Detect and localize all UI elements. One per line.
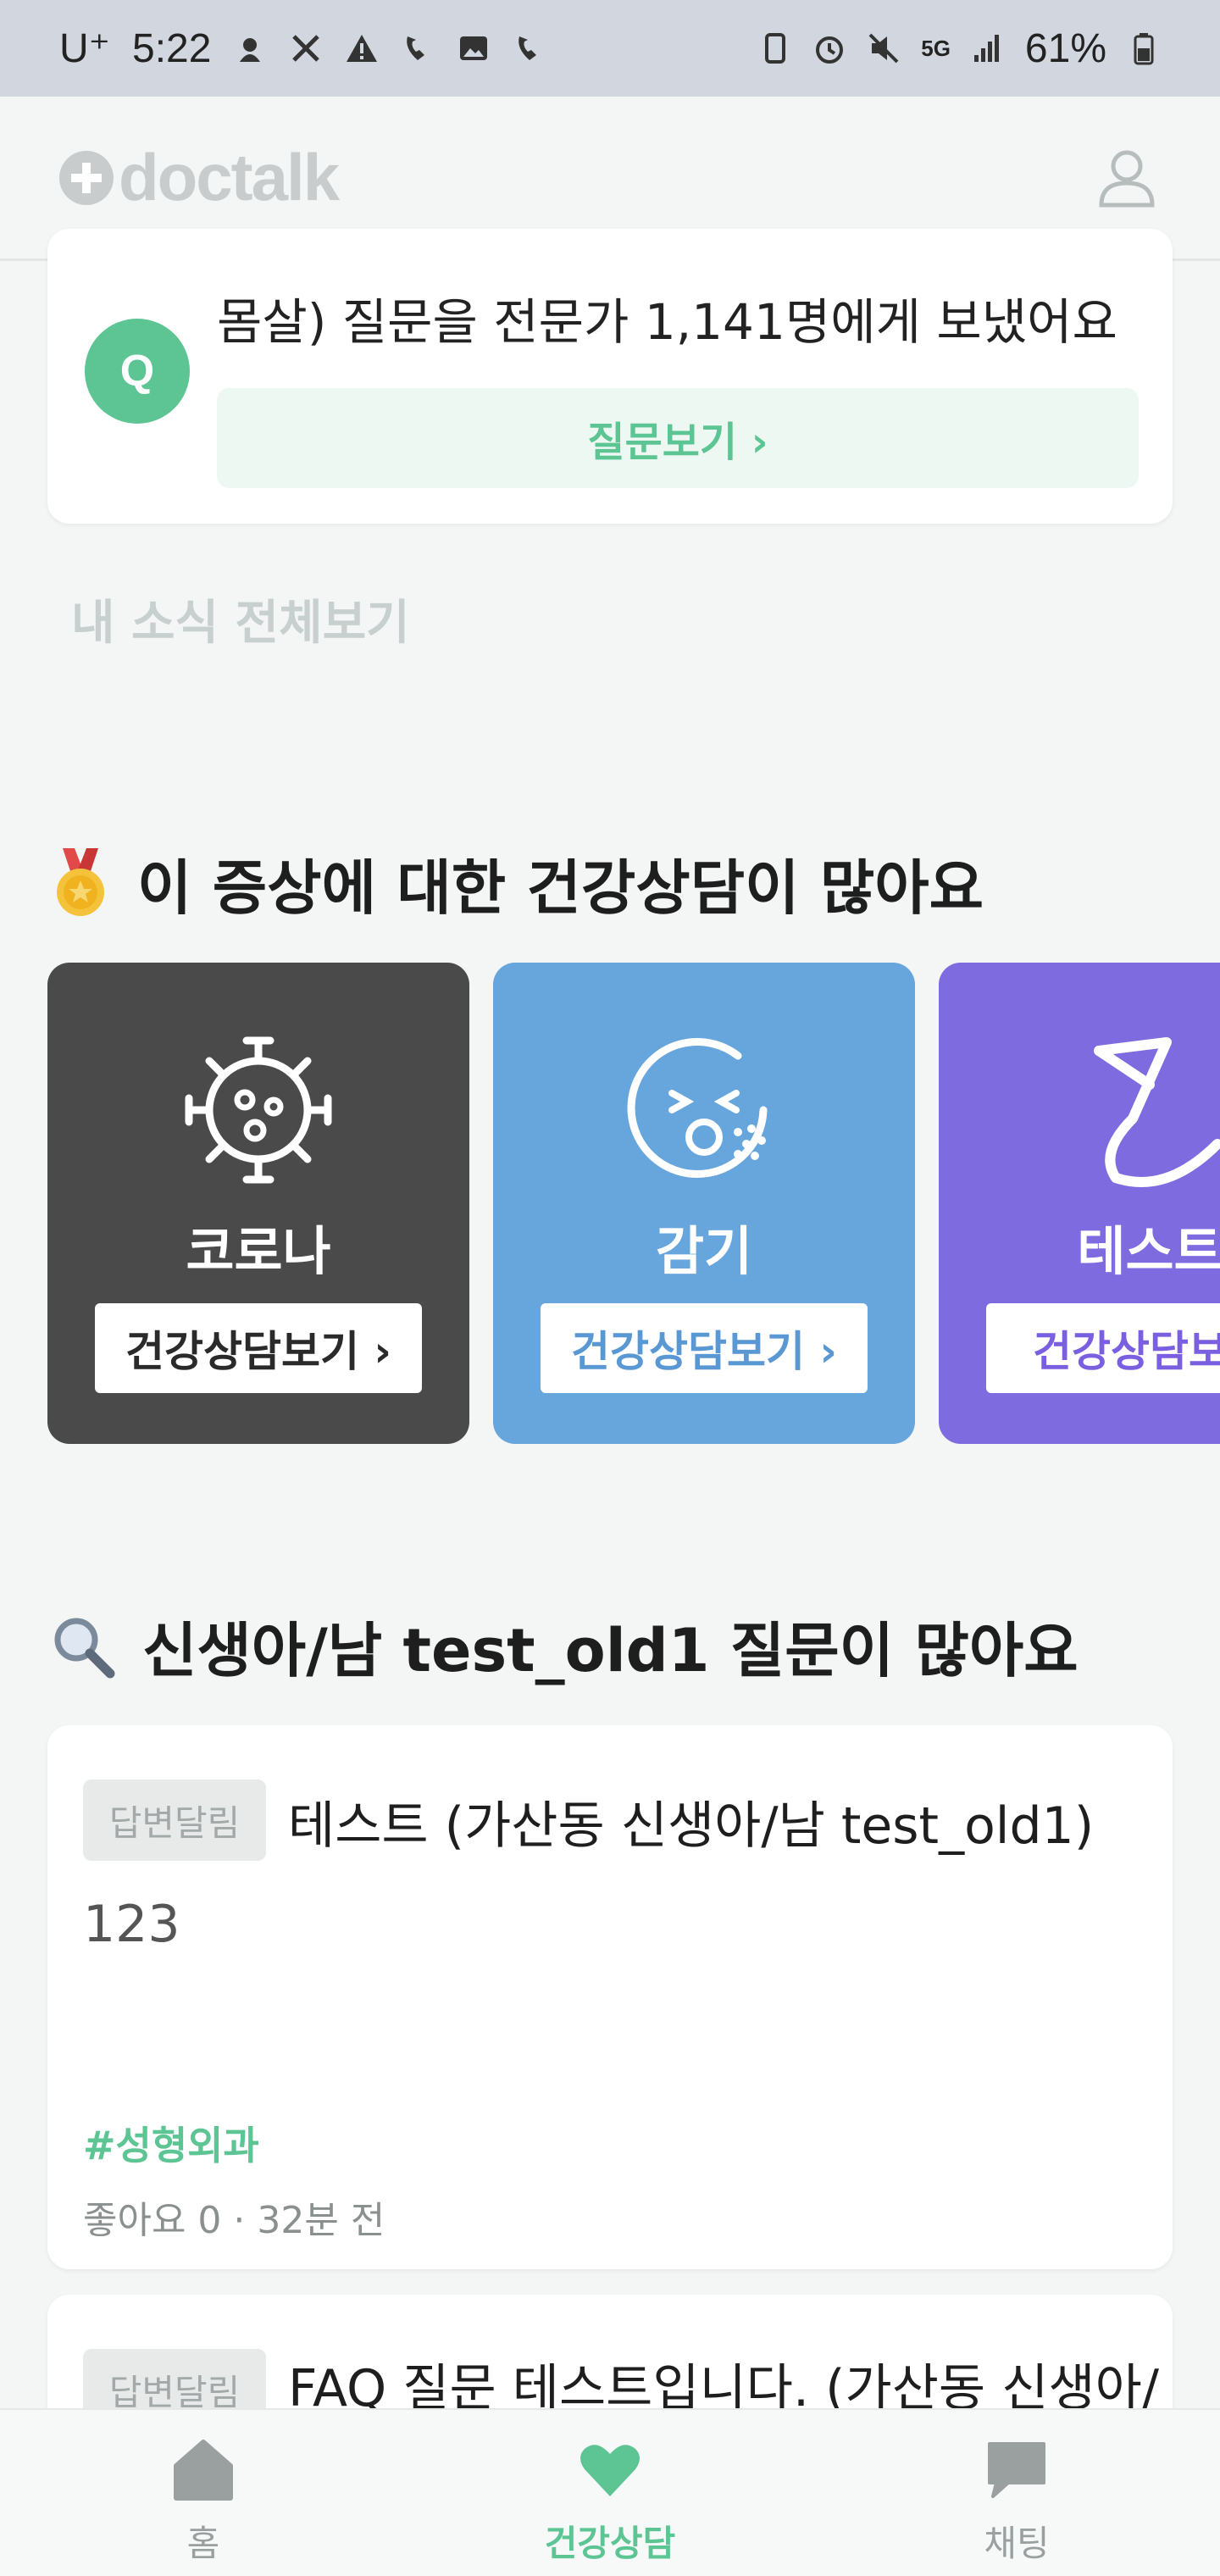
post-card[interactable]: 답변달림 테스트 (가산동 신생아/남 test_old1) 123 #성형외과… — [47, 1725, 1173, 2269]
question-summary: 몸살) 질문을 전문가 1,141명에게 보냈어요 — [217, 293, 1117, 351]
post-body: 123 — [83, 1895, 180, 1954]
post-title: 테스트 (가산동 신생아/남 test_old1) — [288, 1796, 1095, 1856]
post-tag[interactable]: #성형외과 — [83, 2115, 259, 2171]
test-icon — [1094, 1037, 1220, 1187]
symptom-card-corona[interactable]: 코로나 건강상담보기 › — [47, 963, 469, 1444]
mute-icon — [868, 33, 899, 64]
plus-logo-icon — [59, 150, 114, 205]
doctalk-logo[interactable]: doctalk — [59, 139, 340, 216]
nav-label: 건강상담 — [544, 2523, 676, 2564]
questions-section-text: 신생아/남 test_old1 질문이 많아요 — [142, 1616, 1079, 1685]
symptom-card-test[interactable]: 테스트 건강상담보기 — [939, 963, 1220, 1444]
tools-icon — [292, 35, 320, 62]
call-icon-2 — [518, 36, 537, 60]
notification-icon — [240, 38, 261, 62]
question-avatar: Q — [85, 319, 190, 424]
home-icon — [174, 2440, 233, 2501]
view-consult-button[interactable]: 건강상담보기 — [986, 1303, 1220, 1393]
nav-item-consult[interactable]: 건강상담 — [483, 2410, 737, 2576]
nav-item-chat[interactable]: 채팅 — [890, 2410, 1144, 2576]
symptom-card-cold[interactable]: 감기 건강상담보기 › — [493, 963, 915, 1444]
status-bar: U⁺ 5:22 5G 61% — [0, 0, 1220, 97]
alarm-icon — [816, 36, 844, 64]
questions-section-title: 신생아/남 test_old1 질문이 많아요 — [49, 1603, 1079, 1689]
battery-icon — [1134, 33, 1154, 65]
nav-label: 홈 — [186, 2523, 220, 2564]
view-consult-button[interactable]: 건강상담보기 › — [541, 1303, 868, 1393]
symptom-section-title: 이 증상에 대한 건강상담이 많아요 — [49, 841, 984, 926]
view-question-button[interactable]: 질문보기 › — [217, 388, 1139, 488]
question-card: Q 몸살) 질문을 전문가 1,141명에게 보냈어요 질문보기 › — [47, 229, 1173, 524]
image-icon — [460, 36, 488, 60]
symptom-section-text: 이 증상에 대한 건강상담이 많아요 — [137, 853, 984, 923]
carrier-label: U⁺ — [59, 26, 110, 71]
answered-badge: 답변달림 — [83, 1779, 266, 1861]
medal-icon — [57, 847, 104, 916]
clock: 5:22 — [132, 25, 212, 71]
view-consult-button[interactable]: 건강상담보기 › — [95, 1303, 422, 1393]
signal-icon — [973, 35, 999, 62]
search-icon — [54, 1618, 115, 1678]
nav-label: 채팅 — [984, 2523, 1050, 2564]
chat-icon — [988, 2442, 1045, 2498]
battery-saver-icon — [765, 33, 786, 64]
warning-icon — [347, 35, 378, 62]
nav-item-home[interactable]: 홈 — [76, 2410, 330, 2576]
sneeze-icon — [627, 1038, 768, 1178]
call-icon — [407, 36, 425, 60]
symptom-name: 테스트 — [1077, 1220, 1220, 1282]
logo-text: doctalk — [119, 140, 340, 214]
user-icon[interactable] — [1093, 144, 1161, 212]
bottom-nav: 홈 건강상담 채팅 — [0, 2408, 1220, 2576]
symptom-name: 코로나 — [186, 1220, 331, 1282]
symptom-cards-row[interactable]: 코로나 건강상담보기 › 감기 건강상담보기 › 테스트 건강상담보기 — [47, 963, 1220, 1444]
post-meta: 좋아요 0 · 32분 전 — [83, 2199, 385, 2242]
network-type: 5G — [921, 35, 951, 61]
news-all-link[interactable]: 내 소식 전체보기 — [71, 585, 410, 653]
heart-icon — [580, 2445, 640, 2496]
symptom-name: 감기 — [655, 1220, 753, 1282]
virus-icon — [185, 1036, 332, 1184]
battery-percent: 61% — [1024, 25, 1106, 71]
